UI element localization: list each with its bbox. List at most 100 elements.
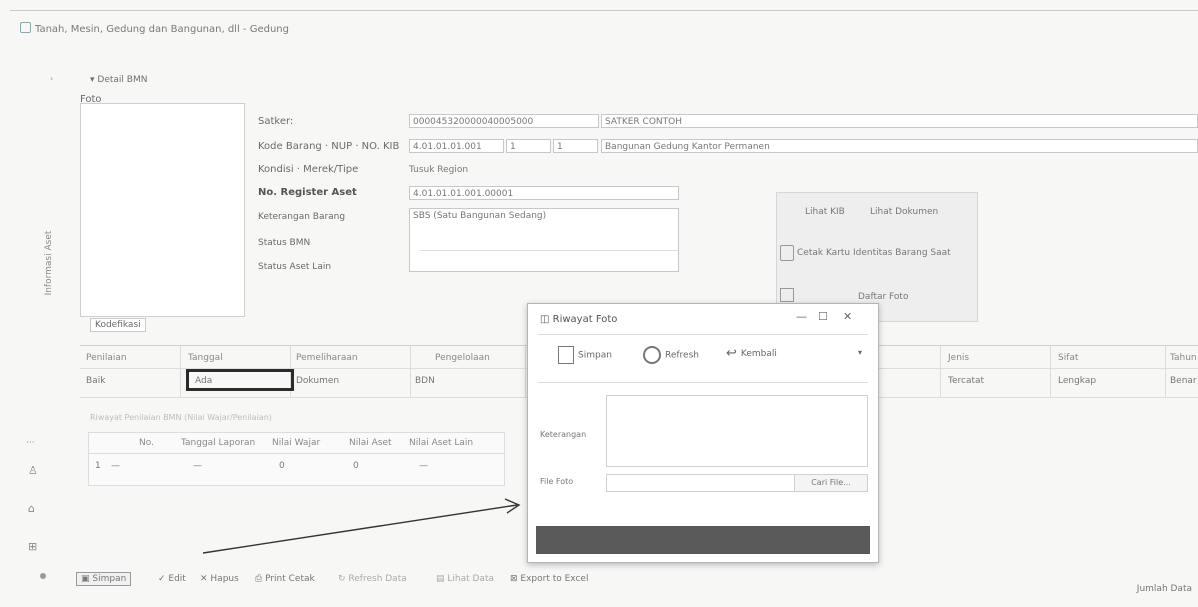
column-header[interactable]: Pengelolaan [435,353,490,363]
table-cell[interactable]: — [193,461,202,471]
dialog-divider [538,334,868,335]
edit-icon: ✓ [158,574,169,584]
status-label: Status BMN [258,238,311,248]
dialog-kembali-button[interactable]: ↩ Kembali [726,346,777,361]
refresh-button[interactable]: ↻ Refresh Data [338,574,407,584]
column-header[interactable]: No. [139,438,154,448]
jumlah-data-label: Jumlah Data [1136,584,1192,594]
table-cell[interactable]: BDN [415,376,435,386]
print-toolbar-icon: ⎙ [255,574,266,584]
column-header[interactable]: Nilai Aset [349,438,392,448]
column-header[interactable]: Nilai Wajar [272,438,320,448]
register-label: No. Register Aset [258,187,357,198]
print-button[interactable]: ⎙ Print Cetak [255,574,315,584]
photo-box [80,103,245,317]
file-foto-input[interactable] [606,474,796,492]
simpan-button[interactable]: ▣ Simpan [76,572,132,586]
column-header[interactable]: Tanggal [188,353,223,363]
table-cell[interactable]: — [419,461,428,471]
merek-field[interactable]: Tusuk Region [409,165,468,175]
grid-col-divider [180,346,181,398]
browse-button[interactable]: Cari File... [794,474,868,492]
grid-col-divider [940,346,941,398]
status-aset-label: Status Aset Lain [258,262,332,272]
close-icon[interactable]: ✕ [843,310,852,323]
nup-field[interactable]: 1 [506,139,551,153]
more-icon[interactable]: ··· [26,438,35,448]
column-header[interactable]: Tahun [1170,353,1197,363]
table-cell[interactable]: — [111,461,120,471]
daftar-foto-button[interactable]: Daftar Foto [858,292,908,302]
simpan-label: Simpan [92,574,127,584]
expand-icon[interactable]: › [50,74,53,83]
dialog-divider [538,382,868,383]
field-divider [420,250,678,251]
satker-name-field[interactable]: SATKER CONTOH [601,114,1198,128]
register-field[interactable]: 4.01.01.01.001.00001 [409,186,679,200]
bottom-toolbar: ▣ Simpan ✓ Edit ✕ Hapus ⎙ Print Cetak ↻ … [40,570,1198,592]
table-cell[interactable]: Lengkap [1058,376,1096,386]
lihat-data-label: Lihat Data [447,574,494,584]
satker-code-field[interactable]: 000045320000040005000 [409,114,599,128]
dialog-refresh-button[interactable]: Refresh [643,346,699,364]
table-cell[interactable]: Dokumen [296,376,339,386]
edit-button[interactable]: ✓ Edit [158,574,186,584]
column-header[interactable]: Jenis [948,353,969,363]
tab-kodefikasi[interactable]: Kodefikasi [90,318,146,332]
kib-field[interactable]: 1 [553,139,598,153]
dialog-file-label: File Foto [540,477,574,486]
window-title: Tanah, Mesin, Gedung dan Bangunan, dll -… [20,22,289,35]
kode-barang-label: Kode Barang · NUP · NO. KIB [258,141,400,152]
riwayat-penilaian-title: Riwayat Penilaian BMN (Nilai Wajar/Penil… [90,413,272,422]
dialog-footer-bar [536,526,870,554]
refresh-label: Refresh Data [348,574,407,584]
lihat-data-button[interactable]: ▤ Lihat Data [436,574,494,584]
column-header[interactable]: Sifat [1058,353,1078,363]
grid-header-divider [89,453,504,454]
dialog-simpan-button[interactable]: Simpan [558,346,612,364]
table-cell[interactable]: 0 [353,461,359,471]
table-cell[interactable]: 1 [95,461,101,471]
grid-col-divider [1165,346,1166,398]
satker-label: Satker: [258,116,294,127]
keterangan-textarea[interactable] [606,395,868,467]
minimize-icon[interactable]: — [796,310,807,323]
window-title-text: Tanah, Mesin, Gedung dan Bangunan, dll -… [35,24,289,35]
print-label: Print Cetak [265,574,315,584]
dialog-title-text: Riwayat Foto [552,314,618,325]
excel-icon: ⊠ [510,574,521,584]
kode-barang-field[interactable]: 4.01.01.01.001 [409,139,504,153]
person-icon[interactable]: ♙ [28,464,38,477]
lihat-kib-button[interactable]: Lihat KIB [805,207,845,217]
hapus-button[interactable]: ✕ Hapus [200,574,239,584]
export-label: Export to Excel [520,574,589,584]
highlighted-cell[interactable] [186,369,294,391]
vertical-tab-label: Informasi Aset [44,230,54,296]
table-cell[interactable]: 0 [279,461,285,471]
delete-icon: ✕ [200,574,211,584]
column-header[interactable]: Tanggal Laporan [181,438,255,448]
kode-barang-name-field[interactable]: Bangunan Gedung Kantor Permanen [601,139,1198,153]
vertical-tab[interactable]: Informasi Aset [38,210,54,320]
maximize-icon[interactable]: ☐ [818,310,828,323]
column-header[interactable]: Nilai Aset Lain [409,438,473,448]
keterangan-label: Keterangan Barang [258,212,346,222]
column-header[interactable]: Pemeliharaan [296,353,358,363]
grid-riwayat: No. Tanggal Laporan Nilai Wajar Nilai As… [88,432,505,486]
lihat-dokumen-button[interactable]: Lihat Dokumen [870,207,938,217]
group-header[interactable]: ▾ Detail BMN [90,75,147,85]
table-cell[interactable]: Tercatat [948,376,984,386]
cetak-kartu-button[interactable]: Cetak Kartu Identitas Barang Saat [797,248,951,258]
window-icon [20,22,31,33]
keterangan-field[interactable]: SBS (Satu Bangunan Sedang) [409,208,679,272]
column-header[interactable]: Penilaian [86,353,127,363]
lock-icon[interactable]: ⌂ [28,502,35,515]
chevron-down-icon[interactable]: ▾ [858,348,862,357]
filter-icon[interactable]: ⊞ [28,540,37,553]
table-cell[interactable]: Benar [1170,376,1197,386]
photo-icon [780,288,794,302]
annotation-arrow [202,498,521,554]
dialog-icon: ◫ [540,314,553,325]
table-cell[interactable]: Baik [86,376,105,386]
export-button[interactable]: ⊠ Export to Excel [510,574,588,584]
